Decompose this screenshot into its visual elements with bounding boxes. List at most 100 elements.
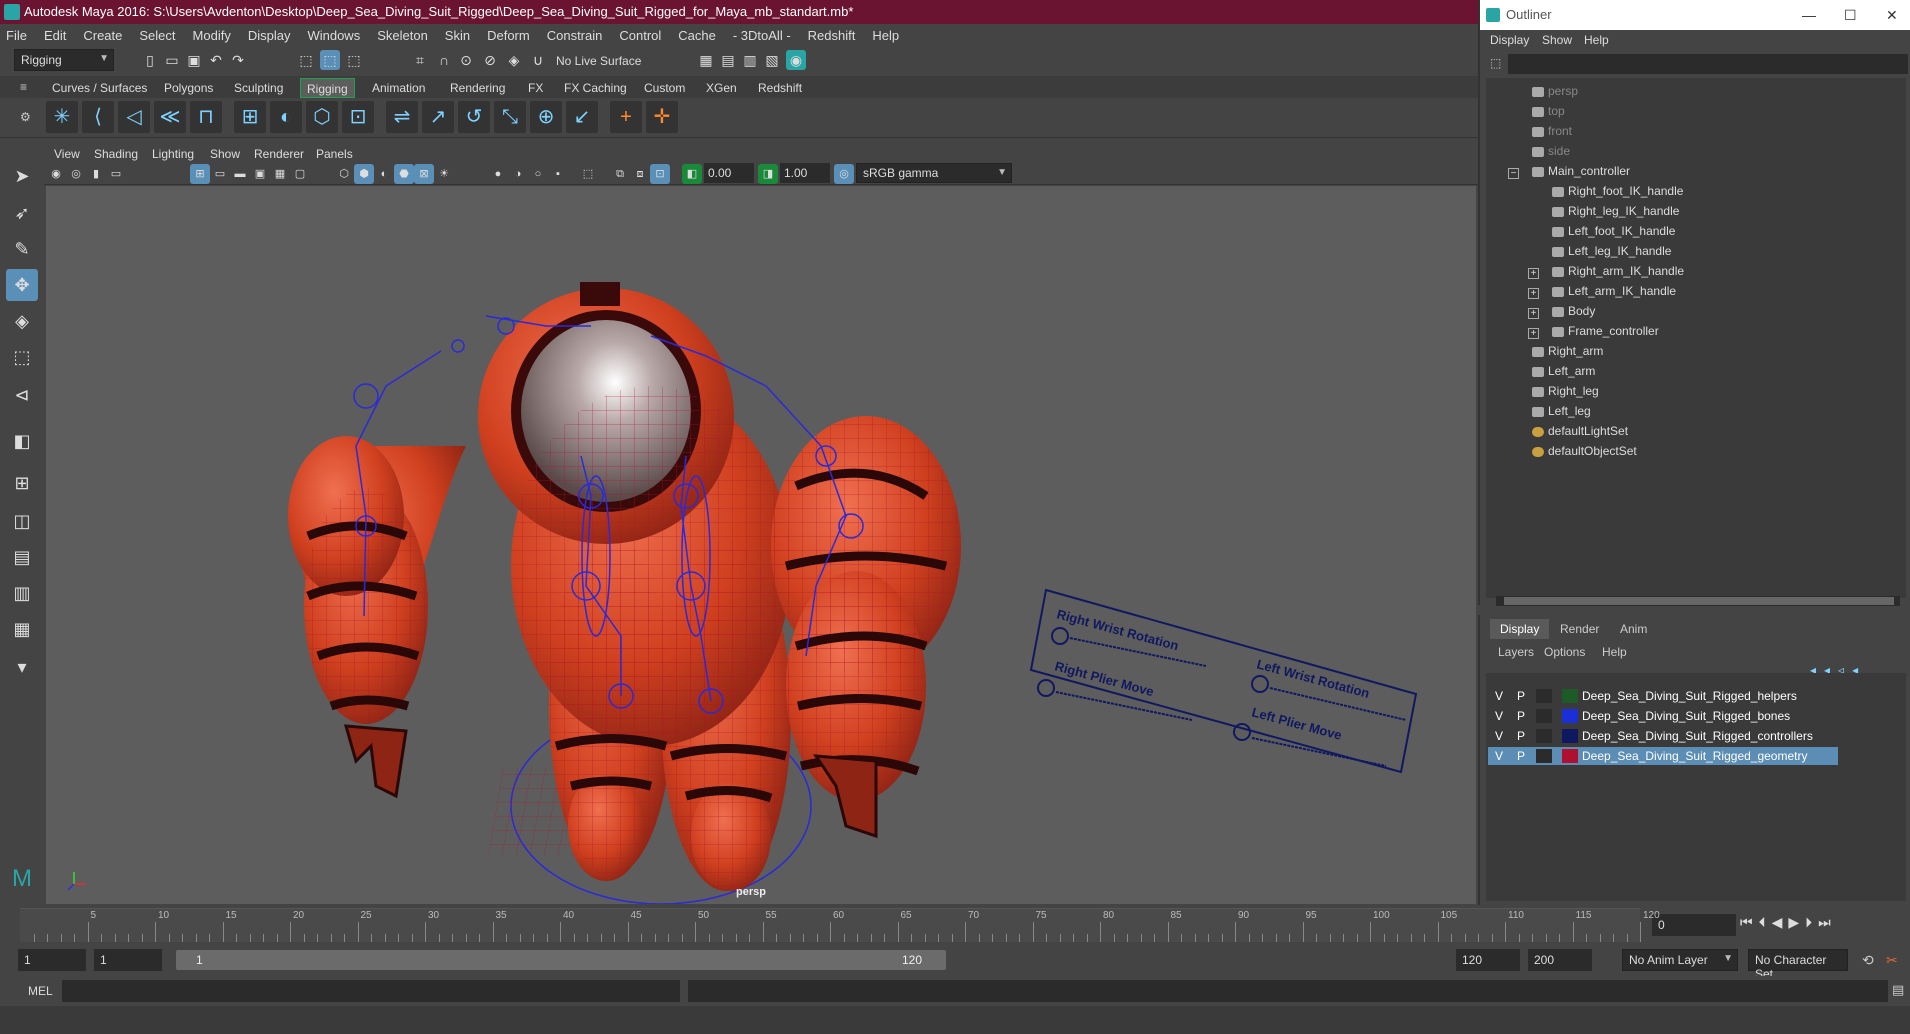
outliner-search-input[interactable] xyxy=(1508,54,1908,74)
four-view-icon[interactable]: ⊞ xyxy=(6,467,38,499)
tab-rigging[interactable]: Rigging xyxy=(300,78,355,98)
xray-icon[interactable]: ⧉ xyxy=(610,164,630,184)
perspective-viewport[interactable]: Right Wrist Rotation Left Wrist Rotation… xyxy=(46,186,1476,904)
aim-constraint-icon[interactable]: ↗ xyxy=(422,101,454,133)
exposure-icon[interactable]: ◧ xyxy=(682,164,702,184)
snap-grid-icon[interactable]: ⌗ xyxy=(410,50,430,70)
playback-start-field[interactable]: 1 xyxy=(94,949,162,971)
anim-layer-dropdown[interactable]: No Anim Layer ▼ xyxy=(1622,949,1738,971)
select-tool-icon[interactable]: ➤ xyxy=(6,160,38,192)
panel-menu-show[interactable]: Show xyxy=(210,147,240,161)
grid-icon[interactable]: ⊞ xyxy=(190,164,210,184)
layer-reference-toggle[interactable] xyxy=(1536,709,1552,723)
menuset-dropdown[interactable]: Rigging ▼ xyxy=(14,49,114,71)
tab-sculpting[interactable]: Sculpting xyxy=(228,78,289,98)
smooth-shade-icon[interactable]: ⬢ xyxy=(354,164,374,184)
tab-xgen[interactable]: XGen xyxy=(700,78,743,98)
current-frame-field[interactable]: 0 xyxy=(1652,914,1736,936)
side-by-side-icon[interactable]: ◫ xyxy=(6,505,38,537)
expand-icon[interactable]: + xyxy=(1528,308,1539,319)
mirror-joint-icon[interactable]: ◁ xyxy=(118,101,150,133)
panel-menu-panels[interactable]: Panels xyxy=(316,147,353,161)
field-chart-icon[interactable]: ▦ xyxy=(270,164,290,184)
tree-item-main-controller[interactable]: Main_controller xyxy=(1532,164,1630,178)
select-hierarchy-icon[interactable]: ⬚ xyxy=(296,50,316,70)
persp-graph-icon[interactable]: ▤ xyxy=(6,541,38,573)
panel-menu-view[interactable]: View xyxy=(54,147,80,161)
menu-skin[interactable]: Skin xyxy=(445,28,470,43)
tab-fx-caching[interactable]: FX Caching xyxy=(558,78,633,98)
layer-visibility-toggle[interactable]: V xyxy=(1490,727,1508,745)
lights-icon[interactable]: ☀ xyxy=(434,164,454,184)
snap-surface-icon[interactable]: ◈ xyxy=(504,50,524,70)
tree-item-left-leg[interactable]: Left_leg xyxy=(1532,404,1591,418)
control-board[interactable]: Right Wrist Rotation Left Wrist Rotation… xyxy=(1029,588,1418,774)
layer-color-swatch[interactable] xyxy=(1562,709,1578,723)
layout-icon[interactable]: ▦ xyxy=(6,613,38,645)
layer-playback-toggle[interactable]: P xyxy=(1512,687,1530,705)
ipr-render-icon[interactable]: ▥ xyxy=(740,50,760,70)
script-editor-icon[interactable]: ▤ xyxy=(1892,982,1904,998)
camera-select-icon[interactable]: ◉ xyxy=(46,164,66,184)
scale-tool-icon[interactable]: ⬚ xyxy=(6,341,38,373)
more-layouts-icon[interactable]: ▾ xyxy=(6,651,38,683)
tab-polygons[interactable]: Polygons xyxy=(158,78,219,98)
tree-item-right-arm-ik[interactable]: Right_arm_IK_handle xyxy=(1552,264,1684,278)
render-frame-icon[interactable]: ▤ xyxy=(718,50,738,70)
tree-item-right-foot-ik[interactable]: Right_foot_IK_handle xyxy=(1552,184,1683,198)
orient-joint-icon[interactable]: ≪ xyxy=(154,101,186,133)
wireframe-icon[interactable]: ⬡ xyxy=(334,164,354,184)
filter-icon[interactable]: ⬚ xyxy=(1490,56,1501,70)
tree-item-default-object-set[interactable]: defaultObjectSet xyxy=(1532,444,1637,458)
antialias-icon[interactable]: ○ xyxy=(528,164,548,184)
last-tool-icon[interactable]: ⊲ xyxy=(6,379,38,411)
tab-fx[interactable]: FX xyxy=(522,78,549,98)
scale-constraint-icon[interactable]: ⤡ xyxy=(494,101,526,133)
film-gate-icon[interactable]: ▭ xyxy=(210,164,230,184)
menu-file[interactable]: File xyxy=(6,28,27,43)
redshift-render-icon[interactable]: ◉ xyxy=(786,50,806,70)
outliner-hscrollbar[interactable] xyxy=(1496,596,1900,606)
layer-menu-options[interactable]: Options xyxy=(1544,645,1585,659)
layer-playback-toggle[interactable]: P xyxy=(1512,707,1530,725)
tab-animation[interactable]: Animation xyxy=(366,78,431,98)
tree-item-right-leg-ik[interactable]: Right_leg_IK_handle xyxy=(1552,204,1679,218)
tree-item-top[interactable]: top xyxy=(1532,104,1565,118)
layer-tab-render[interactable]: Render xyxy=(1550,619,1609,639)
diving-suit-mesh[interactable] xyxy=(288,282,961,891)
anim-end-field[interactable]: 200 xyxy=(1528,949,1592,971)
gamma-icon[interactable]: ◨ xyxy=(758,164,778,184)
maximize-icon[interactable]: ☐ xyxy=(1844,0,1857,30)
gate-mask-icon[interactable]: ▣ xyxy=(250,164,270,184)
xray-joints-icon[interactable]: ⧈ xyxy=(630,164,650,184)
tree-item-front[interactable]: front xyxy=(1532,124,1572,138)
layer-tab-anim[interactable]: Anim xyxy=(1610,619,1657,639)
scrollbar-thumb[interactable] xyxy=(1504,597,1894,605)
bind-skin-icon[interactable]: ⊞ xyxy=(234,101,266,133)
layer-menu-help[interactable]: Help xyxy=(1602,645,1627,659)
layer-visibility-toggle[interactable]: V xyxy=(1490,707,1508,725)
create-joint-icon[interactable]: ✳ xyxy=(46,101,78,133)
tree-item-frame-controller[interactable]: Frame_controller xyxy=(1552,324,1659,338)
range-slider[interactable]: 1 120 xyxy=(176,950,946,970)
view-transform-dropdown[interactable]: sRGB gamma ▼ xyxy=(856,163,1012,183)
playback-controls-icon[interactable]: ⏮⏴◀▶⏵⏭ xyxy=(1740,914,1837,931)
single-view-icon[interactable]: ◧ xyxy=(6,425,38,457)
layer-visibility-toggle[interactable]: V xyxy=(1490,687,1508,705)
menu-skeleton[interactable]: Skeleton xyxy=(377,28,428,43)
lasso-tool-icon[interactable]: ➶ xyxy=(6,197,38,229)
camera-attr-icon[interactable]: ◎ xyxy=(66,164,86,184)
layer-menu-layers[interactable]: Layers xyxy=(1498,645,1534,659)
textured-icon[interactable]: ⊠ xyxy=(414,164,434,184)
locator-icon[interactable]: + xyxy=(610,101,642,133)
expand-icon[interactable]: + xyxy=(1528,328,1539,339)
tree-item-left-leg-ik[interactable]: Left_leg_IK_handle xyxy=(1552,244,1671,258)
layer-tab-display[interactable]: Display xyxy=(1490,619,1550,639)
orient-constraint-icon[interactable]: ↺ xyxy=(458,101,490,133)
menu-windows[interactable]: Windows xyxy=(307,28,360,43)
menu-3dtoall[interactable]: - 3DtoAll - xyxy=(733,28,791,43)
color-management-icon[interactable]: ◎ xyxy=(834,164,854,184)
tree-item-left-arm-ik[interactable]: Left_arm_IK_handle xyxy=(1552,284,1676,298)
panel-menu-renderer[interactable]: Renderer xyxy=(254,147,304,161)
playback-end-field[interactable]: 120 xyxy=(1456,949,1520,971)
